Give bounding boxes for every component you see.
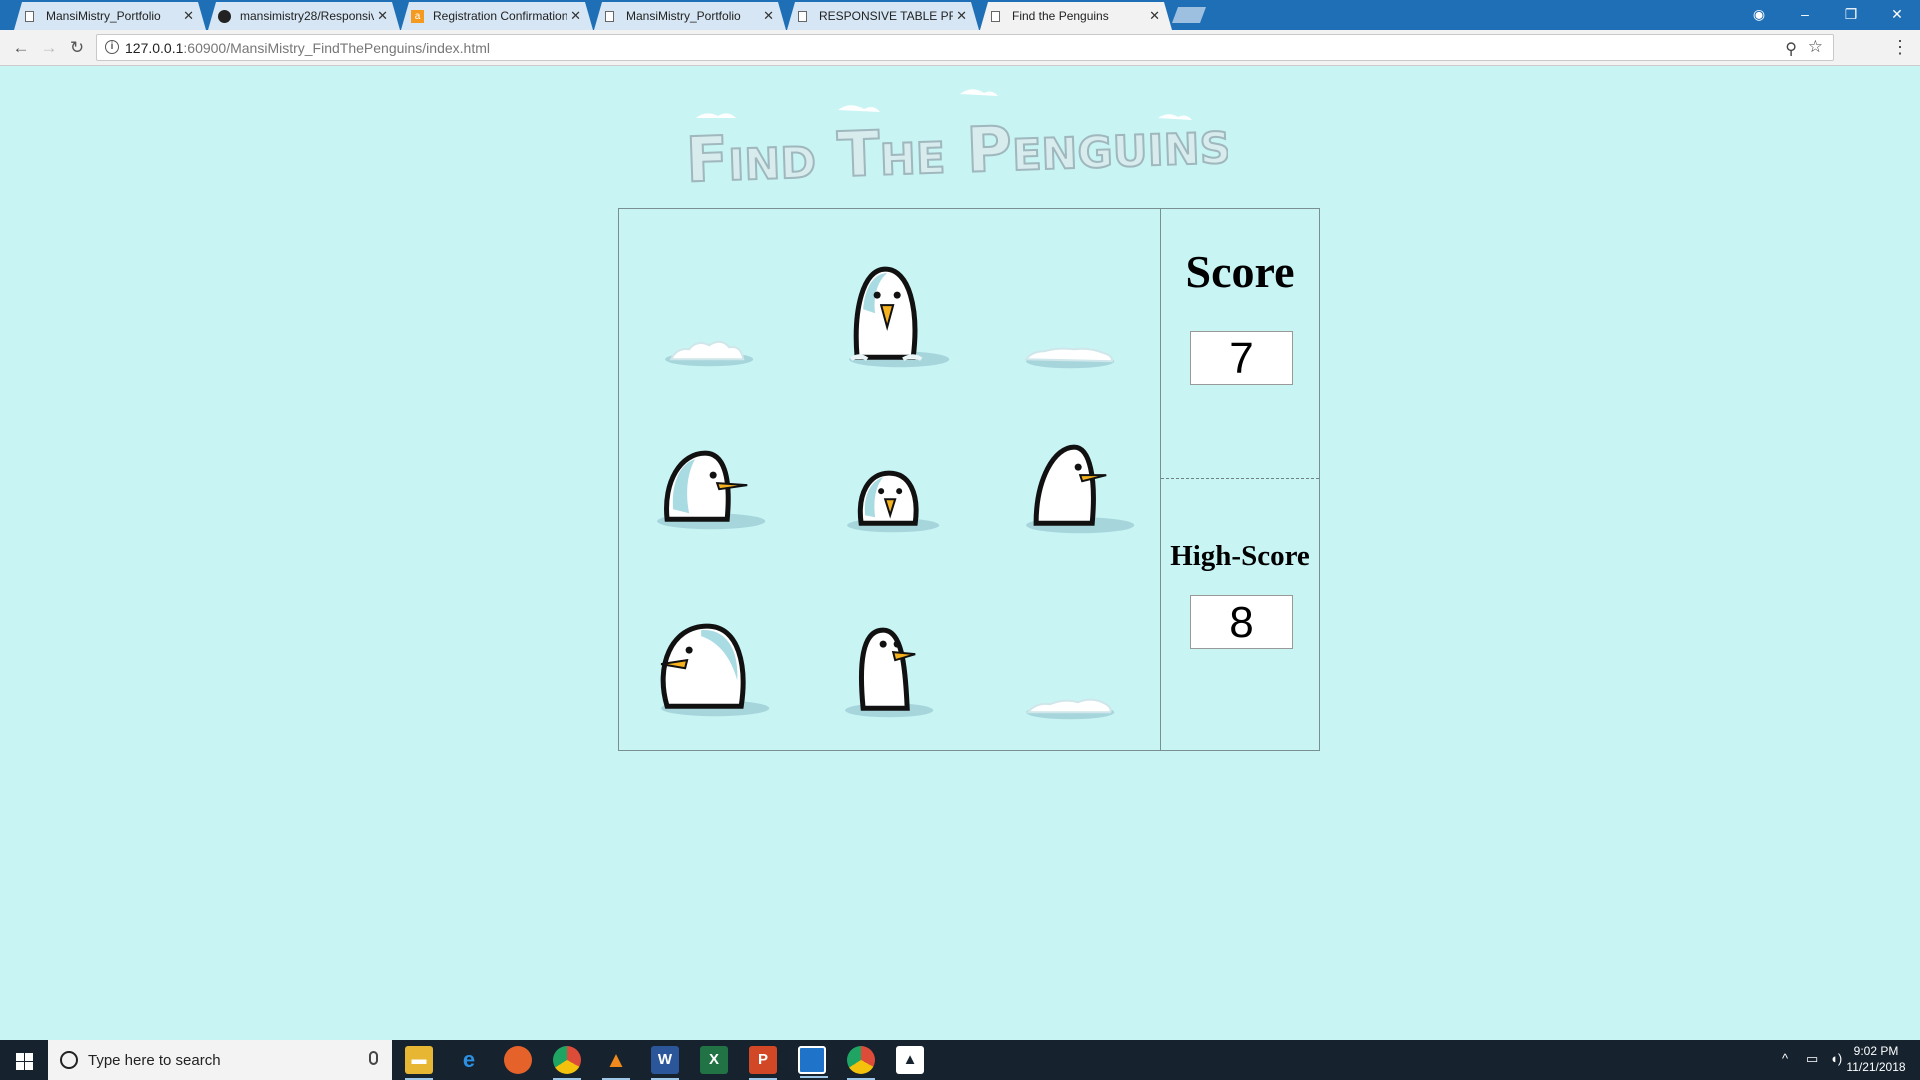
penguin-icon — [845, 627, 934, 717]
reload-icon[interactable]: ↻ — [66, 37, 88, 59]
app-icon[interactable] — [798, 1046, 828, 1078]
photos-icon[interactable]: ▲ — [896, 1046, 924, 1074]
board-cell-snow[interactable] — [980, 570, 1160, 750]
score-panel: Score 7 High-Score 8 — [1160, 208, 1320, 751]
vlc-icon[interactable]: ▲ — [602, 1046, 630, 1080]
tab-portfolio-2[interactable]: MansiMistry_Portfolio ✕ — [594, 2, 786, 30]
close-tab-icon[interactable]: ✕ — [570, 2, 581, 30]
windows-taskbar: Type here to search ▬ e ▲ W X P ▲ ^ ▭ ◖)… — [0, 1040, 1920, 1080]
network-icon[interactable]: ▭ — [1806, 1051, 1818, 1067]
word-icon[interactable]: W — [651, 1046, 679, 1080]
score-label: Score — [1185, 246, 1295, 297]
close-tab-icon[interactable]: ✕ — [377, 2, 388, 30]
game-logo: Find The Penguins — [684, 88, 1233, 198]
tab-responsive-table[interactable]: RESPONSIVE TABLE PRO ✕ — [787, 2, 979, 30]
tab-strip: MansiMistry_Portfolio ✕ mansimistry28/Re… — [0, 0, 1920, 30]
browser-toolbar: ← → ↻ i 127.0.0.1:60900/MansiMistry_Find… — [0, 30, 1920, 66]
tab-title: mansimistry28/Responsiv — [240, 9, 374, 23]
score-section: Score 7 — [1161, 209, 1319, 479]
board-cell-snow[interactable] — [619, 209, 799, 389]
board-cell-penguin[interactable] — [619, 389, 799, 569]
board-cell-penguin[interactable] — [619, 570, 799, 750]
tab-title: RESPONSIVE TABLE PRO — [819, 9, 953, 23]
restore-button[interactable]: ❐ — [1828, 0, 1874, 30]
score-value: 7 — [1190, 331, 1293, 385]
url-text: 127.0.0.1:60900/MansiMistry_FindThePengu… — [125, 40, 490, 56]
close-tab-icon[interactable]: ✕ — [183, 2, 194, 30]
info-icon[interactable]: i — [105, 40, 119, 54]
profile-icon[interactable]: ◉ — [1736, 0, 1782, 30]
logo-text: Find The Penguins — [688, 105, 1228, 197]
search-placeholder: Type here to search — [88, 1052, 221, 1069]
firefox-icon[interactable] — [504, 1046, 532, 1074]
forward-icon[interactable]: → — [38, 37, 60, 59]
close-tab-icon[interactable]: ✕ — [763, 2, 774, 30]
edge-icon[interactable]: e — [455, 1046, 483, 1074]
penguin-icon — [1025, 444, 1134, 534]
amazon-icon: a — [411, 10, 424, 23]
file-explorer-icon[interactable]: ▬ — [405, 1046, 433, 1080]
chrome-icon[interactable] — [847, 1046, 875, 1080]
bookmark-star-icon[interactable]: ☆ — [1808, 37, 1823, 57]
show-hidden-icons-icon[interactable]: ^ — [1782, 1051, 1788, 1066]
close-tab-icon[interactable]: ✕ — [1149, 2, 1160, 30]
document-icon — [605, 11, 614, 22]
minimize-button[interactable]: – — [1782, 0, 1828, 30]
clock[interactable]: 9:02 PM 11/21/2018 — [1840, 1043, 1912, 1075]
zoom-icon[interactable]: ⚲ — [1785, 39, 1797, 59]
back-icon[interactable]: ← — [10, 37, 32, 59]
snow-pile-icon — [665, 340, 754, 367]
high-score-section: High-Score 8 — [1161, 480, 1319, 750]
excel-icon[interactable]: X — [700, 1046, 728, 1074]
penguin-icon — [657, 450, 766, 530]
tab-find-the-penguins[interactable]: Find the Penguins ✕ — [980, 2, 1172, 30]
board-cell-penguin[interactable] — [799, 389, 979, 569]
penguin-icon — [847, 470, 940, 533]
chrome-icon[interactable] — [553, 1046, 581, 1080]
document-icon — [25, 11, 34, 22]
high-score-value: 8 — [1190, 595, 1293, 649]
clock-date: 11/21/2018 — [1846, 1060, 1906, 1074]
tab-title: MansiMistry_Portfolio — [46, 9, 161, 23]
snow-pile-icon — [1023, 347, 1114, 369]
board-cell-penguin[interactable] — [980, 389, 1160, 569]
github-icon — [218, 10, 231, 23]
board-cell-penguin[interactable] — [799, 570, 979, 750]
new-tab-button[interactable] — [1172, 7, 1206, 23]
tab-title: Find the Penguins — [1012, 9, 1109, 23]
tab-portfolio-1[interactable]: MansiMistry_Portfolio ✕ — [14, 2, 206, 30]
high-score-label: High-Score — [1170, 540, 1310, 572]
tab-registration[interactable]: a Registration Confirmation ✕ — [401, 2, 593, 30]
document-icon — [798, 11, 807, 22]
board-cell-penguin[interactable] — [799, 209, 979, 389]
tab-github[interactable]: mansimistry28/Responsiv ✕ — [208, 2, 400, 30]
address-bar[interactable]: i 127.0.0.1:60900/MansiMistry_FindThePen… — [96, 34, 1834, 61]
penguin-icon — [849, 266, 950, 368]
tab-title: MansiMistry_Portfolio — [626, 9, 741, 23]
browser-menu-icon[interactable]: ⋮ — [1890, 36, 1910, 60]
url-path: :60900/MansiMistry_FindThePenguins/index… — [183, 40, 490, 56]
microphone-icon[interactable] — [369, 1051, 378, 1065]
taskbar-search[interactable]: Type here to search — [48, 1040, 392, 1080]
cortana-icon — [60, 1051, 78, 1069]
document-icon — [991, 11, 1000, 22]
start-button[interactable] — [0, 1040, 48, 1080]
close-window-button[interactable]: ✕ — [1874, 0, 1920, 30]
close-tab-icon[interactable]: ✕ — [956, 2, 967, 30]
tab-title: Registration Confirmation — [433, 9, 567, 23]
powerpoint-icon[interactable]: P — [749, 1046, 777, 1080]
penguin-board — [618, 208, 1161, 751]
board-cell-snow[interactable] — [980, 209, 1160, 389]
clock-time: 9:02 PM — [1853, 1044, 1899, 1058]
url-host: 127.0.0.1 — [125, 40, 184, 56]
snow-pile-icon — [1025, 698, 1114, 719]
penguin-icon — [660, 623, 770, 716]
